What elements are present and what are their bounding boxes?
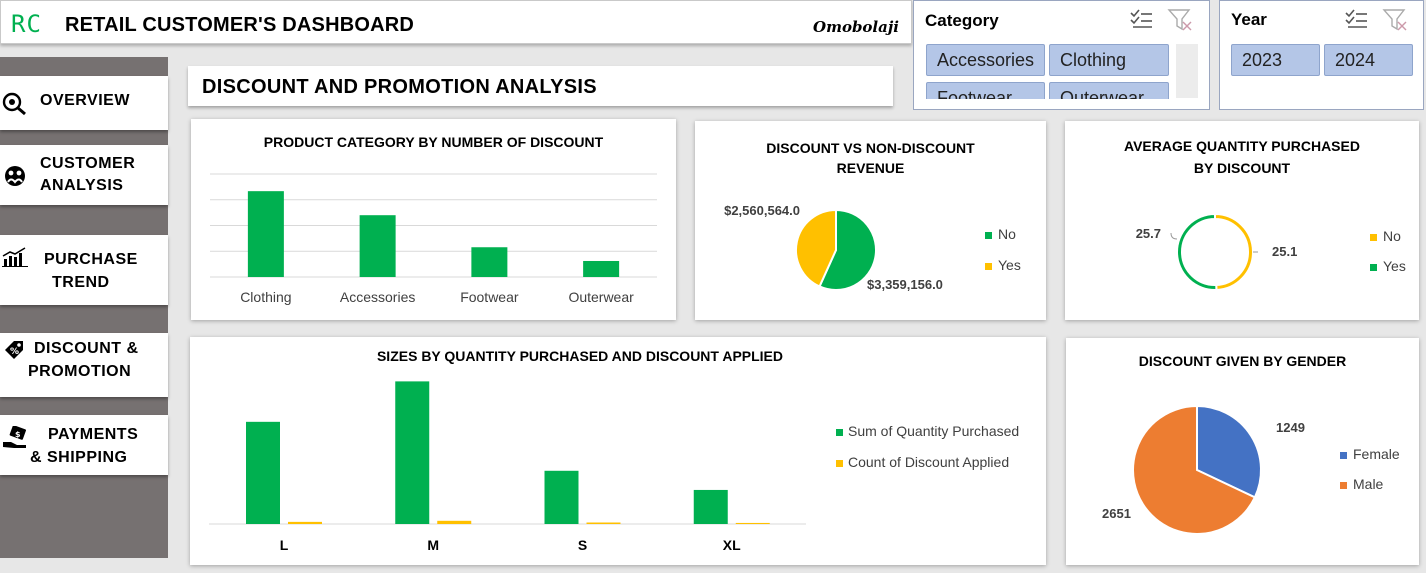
year-option-2024[interactable]: 2024	[1324, 44, 1413, 76]
legend-label-female: Female	[1353, 446, 1400, 462]
nav-purchase-label-2: TREND	[52, 274, 110, 291]
data-label-yes: $2,560,564.0	[724, 203, 800, 218]
nav-discount-promotion[interactable]: % DISCOUNT & PROMOTION	[0, 333, 168, 397]
data-label-no: $3,359,156.0	[867, 277, 943, 292]
bar-footwear	[471, 247, 508, 277]
dashboard-title: RETAIL CUSTOMER'S DASHBOARD	[65, 14, 415, 36]
revenue-pie-chart: $3,359,156.0 $2,560,564.0 No Yes	[724, 203, 1021, 292]
multi-select-icon[interactable]	[1129, 8, 1153, 30]
data-label-yes: 25.7	[1136, 226, 1161, 241]
bar-m-count-of-discount-applied	[437, 520, 472, 524]
svg-text:$: $	[15, 430, 21, 439]
legend-marker-no	[1370, 234, 1377, 241]
legend-marker-count-of-discount-applied	[836, 460, 843, 467]
tick-label-l: L	[280, 537, 289, 553]
data-label-no: 25.1	[1272, 244, 1297, 259]
bar-s-count-of-discount-applied	[586, 522, 621, 524]
nav-customer-label-2: ANALYSIS	[40, 177, 124, 194]
nav-payments-label-2: & SHIPPING	[30, 449, 128, 466]
bar-l-count-of-discount-applied	[288, 521, 322, 524]
customer-icon	[5, 166, 25, 186]
legend-marker-no	[985, 232, 992, 239]
trend-chart-icon	[2, 247, 28, 267]
discount-tag-icon: %	[5, 341, 23, 359]
chart-card-avg-quantity: AVERAGE QUANTITY PURCHASED BY DISCOUNT 2…	[1065, 121, 1419, 320]
nav-overview[interactable]: OVERVIEW	[0, 76, 168, 130]
nav-payments-label-1: PAYMENTS	[48, 426, 139, 443]
sidebar: OVERVIEW CUSTOMER ANALYSIS PURCHASE TREN…	[0, 57, 168, 558]
author-name: Omobolaji	[813, 18, 899, 36]
nav-customer-analysis[interactable]: CUSTOMER ANALYSIS	[0, 145, 168, 205]
category-slicer: Category Accessories Clothing Footwear O…	[913, 0, 1210, 110]
nav-customer-label-1: CUSTOMER	[40, 155, 136, 172]
legend-marker-yes	[985, 263, 992, 270]
data-label-female: 1249	[1276, 420, 1305, 435]
nav-purchase-label-1: PURCHASE	[44, 251, 138, 268]
tick-label-xl: XL	[723, 537, 741, 553]
category-slicer-title: Category	[925, 11, 999, 30]
tick-label-s: S	[578, 537, 587, 553]
chart-card-revenue-pie: DISCOUNT VS NON-DISCOUNT REVENUE $3,359,…	[695, 121, 1046, 320]
search-eye-icon	[2, 92, 26, 116]
svg-text:%: %	[10, 347, 19, 357]
gender-pie-chart: 1249 2651 Female Male	[1102, 404, 1400, 535]
tick-label-m: M	[427, 537, 439, 553]
nav-overview-label: OVERVIEW	[40, 92, 130, 109]
legend-label-count-of-discount-applied: Count of Discount Applied	[848, 454, 1009, 470]
avg-quantity-doughnut-chart: 25.1 25.7 No Yes	[1136, 212, 1406, 292]
category-option-footwear[interactable]: Footwear	[926, 82, 1045, 99]
tick-label-clothing: Clothing	[240, 289, 291, 305]
legend-label-male: Male	[1353, 476, 1384, 492]
legend-marker-sum-of-quantity-purchased	[836, 429, 843, 436]
legend-label-sum-of-quantity-purchased: Sum of Quantity Purchased	[848, 423, 1019, 439]
pie-slice-no	[1214, 212, 1254, 292]
category-option-outerwear[interactable]: Outerwear	[1049, 82, 1169, 99]
logo: RC	[11, 10, 42, 38]
section-title: DISCOUNT AND PROMOTION ANALYSIS	[202, 76, 597, 98]
nav-discount-label-1: DISCOUNT &	[34, 340, 139, 357]
nav-purchase-trend[interactable]: PURCHASE TREND	[0, 235, 168, 305]
bar-clothing	[247, 191, 284, 277]
multi-select-icon[interactable]	[1344, 8, 1368, 30]
year-slicer-title: Year	[1231, 10, 1267, 29]
category-option-clothing[interactable]: Clothing	[1049, 44, 1169, 76]
legend-marker-male	[1340, 482, 1347, 489]
tick-label-accessories: Accessories	[340, 289, 415, 305]
legend-label-yes: Yes	[998, 257, 1021, 273]
bar-l-sum-of-quantity-purchased	[246, 421, 280, 524]
category-option-accessories[interactable]: Accessories	[926, 44, 1045, 76]
bar-outerwear	[583, 260, 620, 277]
sizes-bar-chart: L M S XL Sum of Quantity Purchased Count of D…	[209, 381, 1019, 553]
legend-label-yes: Yes	[1383, 258, 1406, 274]
bar-xl-sum-of-quantity-purchased	[693, 489, 728, 524]
legend-marker-female	[1340, 452, 1347, 459]
data-label-male: 2651	[1102, 506, 1131, 521]
chart-card-gender: DISCOUNT GIVEN BY GENDER 1249 2651 Female M…	[1066, 338, 1419, 565]
clear-filter-icon[interactable]	[1167, 8, 1193, 32]
nav-discount-label-2: PROMOTION	[28, 363, 132, 380]
chart-card-product-category: PRODUCT CATEGORY BY NUMBER OF DISCOUNT C…	[191, 119, 676, 320]
bar-xl-count-of-discount-applied	[735, 522, 770, 524]
header-bar: RC RETAIL CUSTOMER'S DASHBOARD Omobolaji	[0, 0, 912, 44]
pie-slice-yes	[1176, 212, 1218, 291]
bar-s-sum-of-quantity-purchased	[544, 470, 579, 524]
tick-label-outerwear: Outerwear	[568, 289, 634, 305]
tick-label-footwear: Footwear	[460, 289, 519, 305]
nav-payments-shipping[interactable]: $ PAYMENTS & SHIPPING	[0, 415, 168, 475]
legend-marker-yes	[1370, 264, 1377, 271]
section-heading: DISCOUNT AND PROMOTION ANALYSIS	[188, 66, 893, 106]
year-slicer: Year 2023 2024	[1219, 0, 1424, 110]
bar-m-sum-of-quantity-purchased	[395, 381, 430, 524]
legend-label-no: No	[1383, 228, 1401, 244]
category-scrollbar[interactable]	[1176, 44, 1198, 98]
bar-accessories	[359, 215, 396, 277]
payment-hand-icon: $	[3, 426, 27, 448]
product-category-bar-chart: Clothing Accessories Footwear Outerwear	[210, 173, 657, 305]
chart-card-sizes: SIZES BY QUANTITY PURCHASED AND DISCOUNT…	[190, 337, 1046, 565]
year-option-2023[interactable]: 2023	[1231, 44, 1320, 76]
clear-filter-icon[interactable]	[1382, 8, 1408, 32]
leader-line-yes	[1170, 232, 1178, 240]
legend-label-no: No	[998, 226, 1016, 242]
